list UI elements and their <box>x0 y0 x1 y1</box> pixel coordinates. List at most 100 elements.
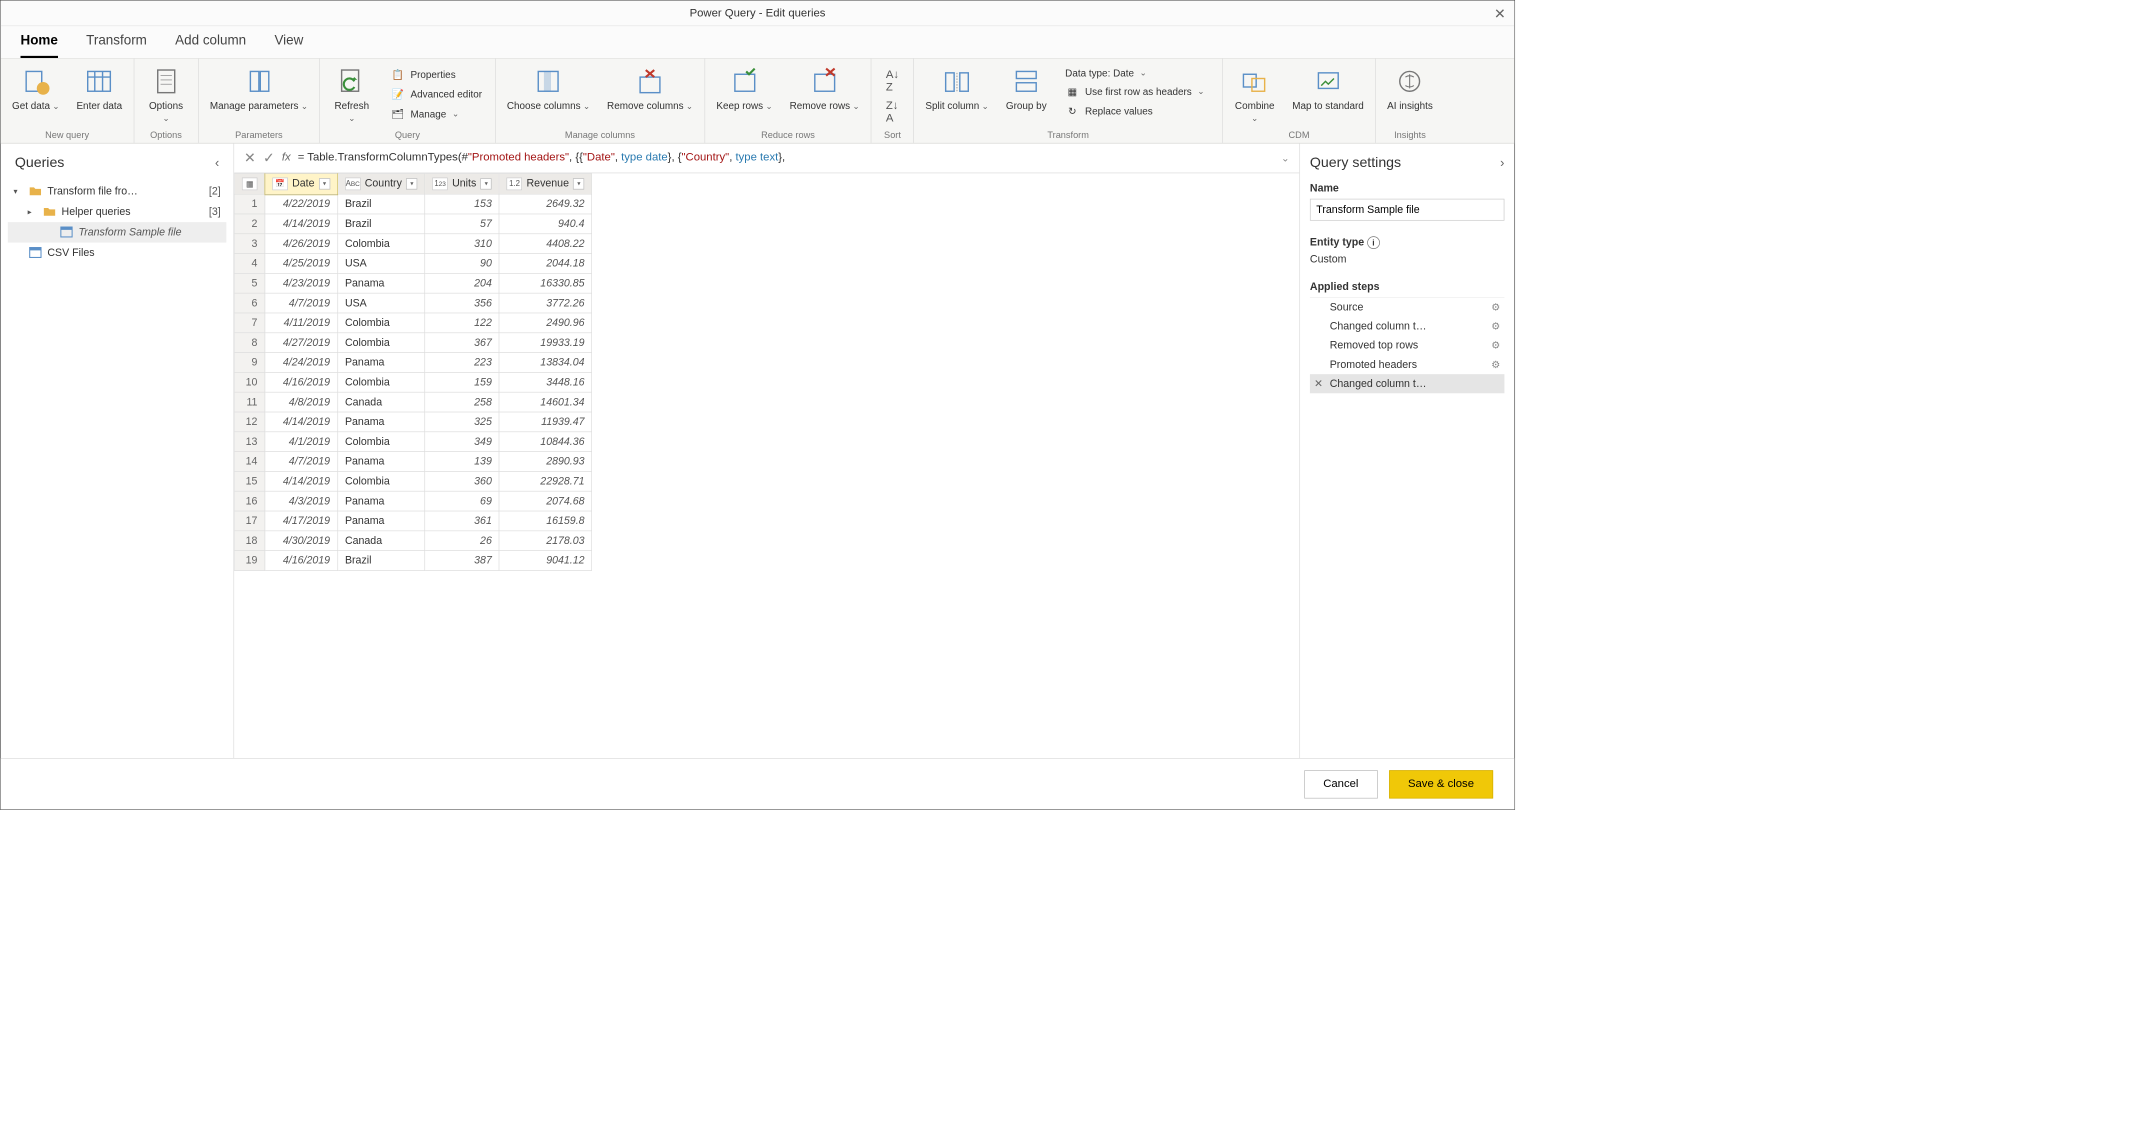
formula-text[interactable]: = Table.TransformColumnTypes(#"Promoted … <box>298 151 1274 164</box>
cell-date[interactable]: 4/14/2019 <box>265 471 338 491</box>
cell-units[interactable]: 159 <box>425 372 499 392</box>
folder-tree-item[interactable]: ▾ Transform file fro…[2] <box>8 181 227 202</box>
cell-country[interactable]: Panama <box>338 491 425 511</box>
options-button[interactable]: Options⌄ <box>141 63 191 126</box>
cell-country[interactable]: Panama <box>338 353 425 373</box>
table-row[interactable]: 114/8/2019Canada25814601.34 <box>234 392 592 412</box>
cell-revenue[interactable]: 22928.71 <box>499 471 592 491</box>
cell-country[interactable]: Brazil <box>338 194 425 214</box>
use-first-row-button[interactable]: ▦Use first row as headers ⌄ <box>1062 83 1212 100</box>
table-row[interactable]: 64/7/2019USA3563772.26 <box>234 293 592 313</box>
cell-date[interactable]: 4/26/2019 <box>265 234 338 254</box>
manage-parameters-button[interactable]: Manage parameters ⌄ <box>206 63 313 114</box>
cell-date[interactable]: 4/30/2019 <box>265 531 338 551</box>
cell-revenue[interactable]: 2890.93 <box>499 452 592 472</box>
filter-icon[interactable]: ▾ <box>481 178 492 189</box>
get-data-button[interactable]: Get data ⌄ <box>8 63 64 114</box>
table-row[interactable]: 144/7/2019Panama1392890.93 <box>234 452 592 472</box>
expand-formula-icon[interactable]: ⌄ <box>1281 152 1289 164</box>
table-row[interactable]: 194/16/2019Brazil3879041.12 <box>234 551 592 571</box>
advanced-editor-button[interactable]: 📝Advanced editor <box>388 86 485 103</box>
cell-date[interactable]: 4/24/2019 <box>265 353 338 373</box>
cell-date[interactable]: 4/7/2019 <box>265 293 338 313</box>
cell-date[interactable]: 4/14/2019 <box>265 214 338 234</box>
cell-revenue[interactable]: 19933.19 <box>499 333 592 353</box>
cell-country[interactable]: Panama <box>338 452 425 472</box>
cell-revenue[interactable]: 14601.34 <box>499 392 592 412</box>
cell-units[interactable]: 356 <box>425 293 499 313</box>
ai-insights-button[interactable]: AI insights <box>1383 63 1437 114</box>
cell-date[interactable]: 4/22/2019 <box>265 194 338 214</box>
collapse-settings-icon[interactable]: › <box>1500 155 1504 170</box>
cell-revenue[interactable]: 13834.04 <box>499 353 592 373</box>
gear-icon[interactable]: ⚙ <box>1491 339 1500 351</box>
table-row[interactable]: 84/27/2019Colombia36719933.19 <box>234 333 592 353</box>
cell-date[interactable]: 4/11/2019 <box>265 313 338 333</box>
replace-values-button[interactable]: ↻Replace values <box>1062 103 1212 120</box>
sort-asc-button[interactable]: A↓Z <box>886 69 899 94</box>
cell-date[interactable]: 4/23/2019 <box>265 273 338 293</box>
applied-step[interactable]: Promoted headers⚙ <box>1310 355 1505 374</box>
data-type-button[interactable]: Data type: Date ⌄ <box>1062 66 1212 80</box>
select-all-corner[interactable]: ▦ <box>234 173 264 194</box>
cell-units[interactable]: 310 <box>425 234 499 254</box>
manage-button[interactable]: 🗂Manage ⌄ <box>388 105 485 122</box>
table-row[interactable]: 124/14/2019Panama32511939.47 <box>234 412 592 432</box>
table-row[interactable]: 44/25/2019USA902044.18 <box>234 254 592 274</box>
cell-revenue[interactable]: 11939.47 <box>499 412 592 432</box>
cell-revenue[interactable]: 16330.85 <box>499 273 592 293</box>
cell-units[interactable]: 360 <box>425 471 499 491</box>
map-to-standard-button[interactable]: Map to standard <box>1288 63 1368 114</box>
applied-step[interactable]: Changed column t…⚙ <box>1310 317 1505 336</box>
keep-rows-button[interactable]: Keep rows ⌄ <box>712 63 777 114</box>
cell-date[interactable]: 4/27/2019 <box>265 333 338 353</box>
cell-revenue[interactable]: 10844.36 <box>499 432 592 452</box>
filter-icon[interactable]: ▾ <box>319 178 330 189</box>
cell-revenue[interactable]: 3448.16 <box>499 372 592 392</box>
cell-date[interactable]: 4/3/2019 <box>265 491 338 511</box>
cell-country[interactable]: Colombia <box>338 313 425 333</box>
save-close-button[interactable]: Save & close <box>1389 770 1493 798</box>
cell-country[interactable]: Panama <box>338 412 425 432</box>
cell-units[interactable]: 69 <box>425 491 499 511</box>
cell-revenue[interactable]: 2074.68 <box>499 491 592 511</box>
remove-columns-button[interactable]: Remove columns ⌄ <box>603 63 697 114</box>
folder-tree-item[interactable]: ▸ Helper queries[3] <box>8 201 227 222</box>
cell-country[interactable]: Colombia <box>338 234 425 254</box>
refresh-button[interactable]: Refresh⌄ <box>327 63 377 126</box>
sort-desc-button[interactable]: Z↓A <box>886 100 899 125</box>
tab-home[interactable]: Home <box>21 33 58 58</box>
cell-revenue[interactable]: 940.4 <box>499 214 592 234</box>
cell-units[interactable]: 204 <box>425 273 499 293</box>
cell-country[interactable]: Colombia <box>338 471 425 491</box>
filter-icon[interactable]: ▾ <box>406 178 417 189</box>
column-header-date[interactable]: 📅Date▾ <box>265 173 338 194</box>
cell-units[interactable]: 139 <box>425 452 499 472</box>
table-row[interactable]: 94/24/2019Panama22313834.04 <box>234 353 592 373</box>
tab-view[interactable]: View <box>274 33 303 58</box>
cell-revenue[interactable]: 4408.22 <box>499 234 592 254</box>
table-row[interactable]: 184/30/2019Canada262178.03 <box>234 531 592 551</box>
cell-date[interactable]: 4/25/2019 <box>265 254 338 274</box>
query-tree-item[interactable]: Transform Sample file <box>8 222 227 243</box>
cancel-button[interactable]: Cancel <box>1304 770 1377 798</box>
split-column-button[interactable]: Split column ⌄ <box>921 63 993 114</box>
cell-units[interactable]: 153 <box>425 194 499 214</box>
table-row[interactable]: 54/23/2019Panama20416330.85 <box>234 273 592 293</box>
tab-transform[interactable]: Transform <box>86 33 147 58</box>
cell-units[interactable]: 26 <box>425 531 499 551</box>
table-row[interactable]: 14/22/2019Brazil1532649.32 <box>234 194 592 214</box>
tab-add-column[interactable]: Add column <box>175 33 246 58</box>
cell-units[interactable]: 223 <box>425 353 499 373</box>
cancel-formula-icon[interactable]: ✕ <box>244 149 256 167</box>
cell-units[interactable]: 387 <box>425 551 499 571</box>
cell-revenue[interactable]: 9041.12 <box>499 551 592 571</box>
query-name-input[interactable] <box>1310 198 1505 220</box>
cell-date[interactable]: 4/16/2019 <box>265 372 338 392</box>
collapse-panel-icon[interactable]: ‹ <box>215 155 219 170</box>
close-icon[interactable]: ✕ <box>1494 5 1506 23</box>
cell-date[interactable]: 4/17/2019 <box>265 511 338 531</box>
cell-revenue[interactable]: 2490.96 <box>499 313 592 333</box>
cell-units[interactable]: 361 <box>425 511 499 531</box>
cell-units[interactable]: 122 <box>425 313 499 333</box>
